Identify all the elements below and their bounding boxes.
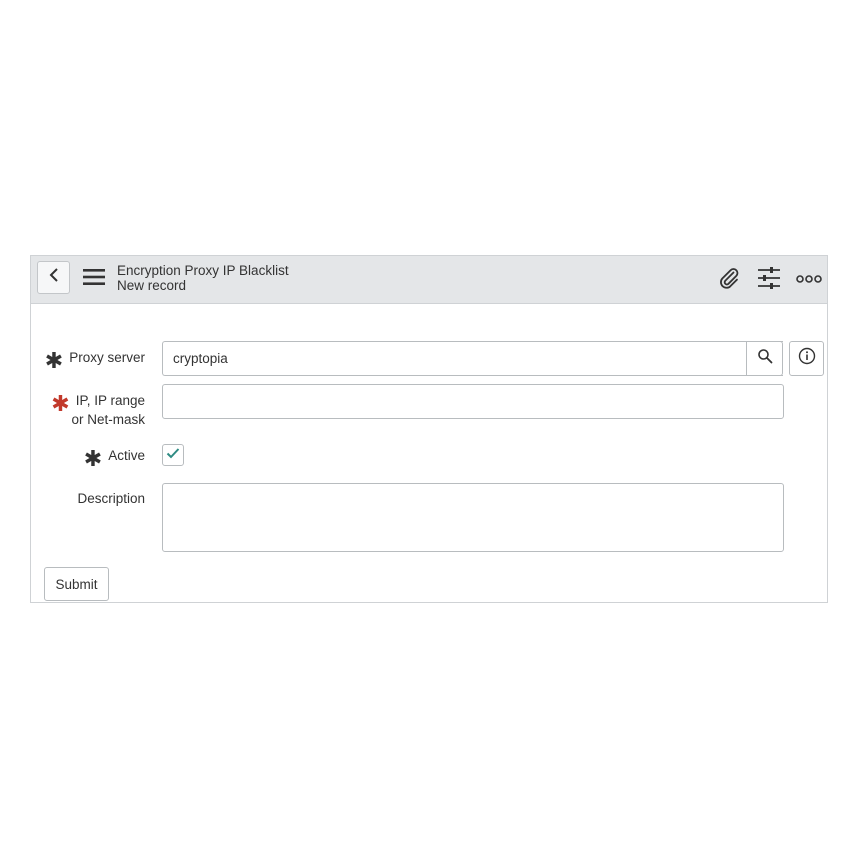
proxy-server-input[interactable] (162, 341, 783, 376)
active-checkbox[interactable] (162, 444, 184, 466)
form-panel: Encryption Proxy IP Blacklist New record (30, 255, 828, 603)
active-label-text: Active (108, 448, 145, 463)
menu-button[interactable] (81, 267, 107, 291)
description-textarea[interactable] (162, 483, 784, 552)
ip-range-input[interactable] (162, 384, 784, 419)
chevron-left-icon (48, 267, 60, 288)
checkmark-icon (166, 446, 180, 464)
submit-button[interactable]: Submit (44, 567, 109, 601)
mandatory-indicator: ✱ (44, 349, 64, 374)
sliders-icon (757, 266, 781, 295)
header-title-block: Encryption Proxy IP Blacklist New record (117, 263, 289, 293)
attachment-button[interactable] (715, 267, 743, 293)
paperclip-icon (717, 266, 741, 295)
page-subtitle: New record (117, 278, 187, 293)
ip-range-label-line1: IP, IP range (75, 393, 145, 408)
hamburger-menu-icon (83, 268, 105, 291)
ellipsis-icon (796, 271, 822, 289)
proxy-server-label: ✱ Proxy server (45, 348, 145, 373)
more-options-button[interactable] (795, 267, 823, 293)
active-label: ✱ Active (84, 446, 145, 471)
reference-info-button[interactable] (789, 341, 824, 376)
personalize-form-button[interactable] (755, 266, 783, 295)
form-header: Encryption Proxy IP Blacklist New record (31, 256, 827, 304)
search-icon (757, 348, 773, 369)
proxy-server-label-text: Proxy server (69, 350, 145, 365)
back-button[interactable] (37, 261, 70, 294)
mandatory-indicator: ✱ (51, 392, 70, 417)
description-label: Description (77, 491, 145, 506)
lookup-button[interactable] (746, 341, 783, 376)
mandatory-indicator: ✱ (83, 447, 103, 472)
info-icon (798, 347, 816, 370)
ip-range-label: ✱ IP, IP range or Net-mask (51, 391, 145, 429)
page-title: Encryption Proxy IP Blacklist (117, 263, 289, 278)
